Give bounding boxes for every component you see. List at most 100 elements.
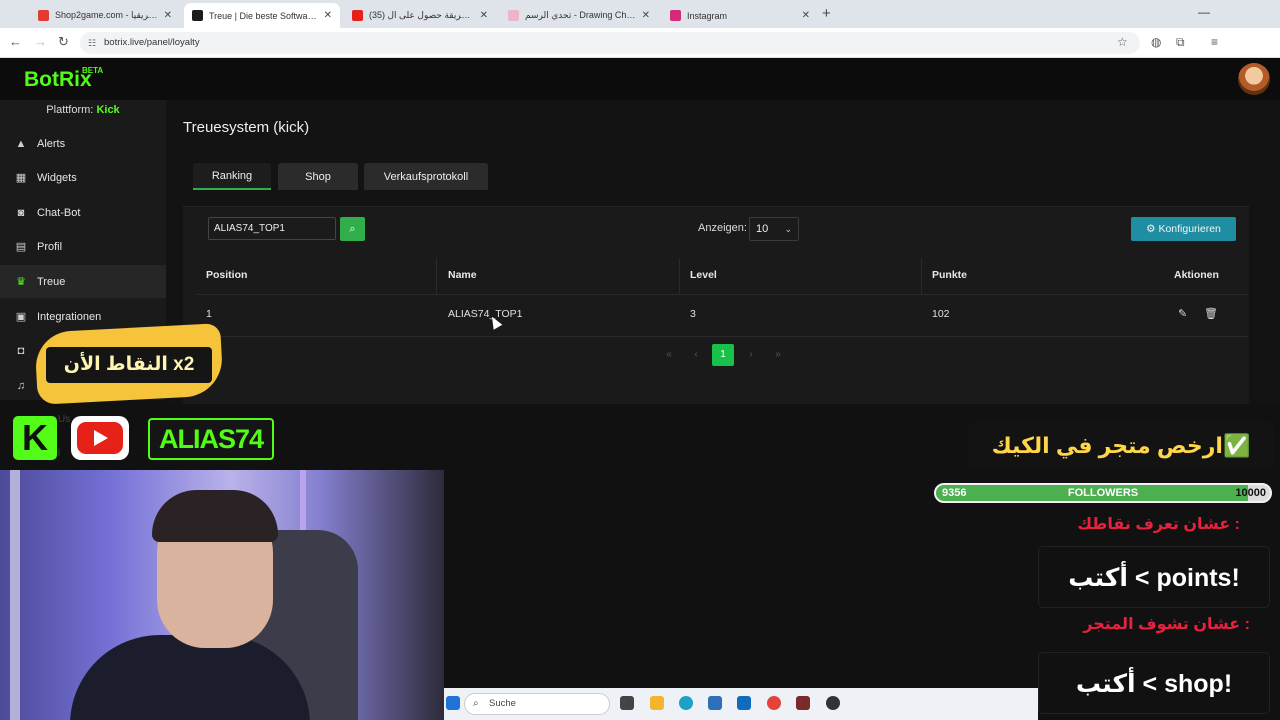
browser-tab[interactable]: Treue | Die beste Software zur C ✕ bbox=[184, 3, 340, 28]
warning-icon: ▲ bbox=[15, 137, 27, 150]
tab-ranking[interactable]: Ranking bbox=[193, 163, 271, 190]
main-content: Treuesystem (kick) Ranking Shop Verkaufs… bbox=[166, 100, 1280, 498]
close-icon[interactable]: ✕ bbox=[164, 10, 172, 21]
tab-favicon-icon bbox=[38, 10, 49, 21]
edit-icon[interactable]: ✎ bbox=[1178, 307, 1187, 320]
column-header-position[interactable]: Position bbox=[206, 269, 247, 281]
points-hint-text: عشان تعرف نقاطك : bbox=[1077, 516, 1240, 533]
configure-button[interactable]: ⚙ Konfigurieren bbox=[1131, 217, 1236, 241]
sidebar-item-treue[interactable]: ♛ Treue bbox=[0, 265, 166, 298]
webcam-light bbox=[10, 470, 20, 720]
webcam-person-hair bbox=[152, 490, 278, 542]
music-icon: ♫ bbox=[16, 379, 26, 392]
media-app-icon[interactable] bbox=[796, 696, 810, 710]
close-icon[interactable]: ✕ bbox=[324, 10, 332, 21]
play-icon bbox=[94, 430, 108, 446]
column-divider bbox=[436, 258, 437, 294]
tab-favicon-icon bbox=[192, 10, 203, 21]
shop-banner: ارخص متجر في الكيك✅ bbox=[968, 422, 1274, 470]
trash-icon[interactable]: 🗑 bbox=[1204, 307, 1218, 320]
search-input[interactable]: ALIAS74_TOP1 bbox=[208, 217, 336, 240]
outlook-icon[interactable] bbox=[737, 696, 751, 710]
pagination-prev[interactable]: ‹ bbox=[685, 344, 707, 366]
close-icon[interactable]: ✕ bbox=[802, 10, 810, 21]
site-info-icon[interactable]: ☷ bbox=[88, 32, 96, 54]
channel-name: ALIAS74 bbox=[148, 418, 274, 460]
avatar[interactable] bbox=[1238, 63, 1270, 95]
url-text: botrix.live/panel/loyalty bbox=[104, 37, 200, 48]
search-button[interactable]: ⌕ bbox=[340, 217, 365, 241]
file-explorer-icon[interactable] bbox=[650, 696, 664, 710]
shop-hint-text: عشان تشوف المتجر : bbox=[1083, 616, 1250, 633]
table-divider bbox=[196, 294, 1248, 295]
address-bar: ← → ↻ ☷ botrix.live/panel/loyalty ☆ ◍ ⧉ … bbox=[0, 28, 1280, 58]
trophy-icon: ♛ bbox=[16, 275, 26, 288]
column-divider bbox=[921, 258, 922, 294]
windows-start-icon[interactable] bbox=[446, 696, 460, 710]
column-header-name[interactable]: Name bbox=[448, 269, 477, 281]
tab-title: تحدي الرسم - Drawing Challenge bbox=[525, 10, 636, 20]
sidebar-item-profil[interactable]: ▤ Profil bbox=[0, 230, 166, 263]
tab-label: Shop bbox=[305, 170, 331, 183]
browser-tab[interactable]: تحدي الرسم - Drawing Challenge ✕ bbox=[500, 3, 658, 28]
chrome-icon[interactable] bbox=[767, 696, 781, 710]
close-icon[interactable]: ✕ bbox=[642, 10, 650, 21]
extension-icon[interactable]: ◍ bbox=[1151, 35, 1161, 49]
chevron-down-icon: ⌄ bbox=[784, 224, 792, 234]
tab-label: Verkaufsprotokoll bbox=[383, 170, 469, 183]
sidebar-item-widgets[interactable]: ▦ Widgets bbox=[0, 161, 166, 194]
column-header-actions: Aktionen bbox=[1174, 269, 1219, 281]
close-icon[interactable]: ✕ bbox=[480, 10, 488, 21]
menu-icon[interactable]: ≡ bbox=[1211, 35, 1218, 49]
edge-icon[interactable] bbox=[679, 696, 693, 710]
app-header: BotRix BETA bbox=[0, 58, 1280, 100]
followers-label: FOLLOWERS bbox=[1067, 487, 1139, 499]
store-icon[interactable] bbox=[708, 696, 722, 710]
new-tab-icon[interactable]: + bbox=[822, 5, 831, 22]
beta-badge: BETA bbox=[82, 66, 104, 75]
column-header-level[interactable]: Level bbox=[690, 269, 717, 281]
column-divider bbox=[679, 258, 680, 294]
followers-goal: 10000 bbox=[1235, 487, 1266, 499]
forward-icon[interactable]: → bbox=[34, 34, 47, 49]
minimize-icon[interactable]: — bbox=[1198, 5, 1210, 19]
search-icon: ⌕ bbox=[349, 223, 356, 235]
browser-tab[interactable]: Shop2game.com - شمال أفريقيا ✕ bbox=[30, 3, 180, 28]
tab-shop[interactable]: Shop bbox=[278, 163, 358, 190]
back-icon[interactable]: ← bbox=[9, 34, 22, 49]
task-view-icon[interactable] bbox=[620, 696, 634, 710]
obs-icon[interactable] bbox=[826, 696, 840, 710]
browser-tab[interactable]: Instagram ✕ bbox=[662, 3, 818, 28]
screen: Shop2game.com - شمال أفريقيا ✕ Treue | D… bbox=[0, 0, 1280, 720]
browser-tab[interactable]: (35) اسهل طريقة حصول على ال ✕ bbox=[344, 3, 496, 28]
taskbar: ⌕ Suche bbox=[444, 688, 1038, 720]
tab-verkaufsprotokoll[interactable]: Verkaufsprotokoll bbox=[364, 163, 488, 190]
row-position: 1 bbox=[206, 308, 212, 320]
pagination-last[interactable]: » bbox=[767, 344, 789, 366]
taskbar-search-placeholder: Suche bbox=[489, 698, 516, 709]
sidebar-item-label: Widgets bbox=[37, 171, 77, 184]
sidebar-item-alerts[interactable]: ▲ Alerts bbox=[0, 127, 166, 160]
show-entries-select[interactable]: 10 ⌄ bbox=[749, 217, 799, 241]
sidebar-item-chat-bot[interactable]: ◙ Chat-Bot bbox=[0, 196, 166, 229]
robot-icon: ◙ bbox=[17, 206, 25, 219]
pagination-first[interactable]: « bbox=[658, 344, 680, 366]
row-level: 3 bbox=[690, 308, 696, 320]
tab-favicon-icon bbox=[352, 10, 363, 21]
kick-logo-icon: K bbox=[13, 416, 57, 460]
table-divider bbox=[196, 336, 1248, 337]
shop-command-box: أكتب < shop! bbox=[1038, 652, 1270, 714]
pagination-next[interactable]: › bbox=[740, 344, 762, 366]
taskbar-search[interactable]: ⌕ Suche bbox=[464, 693, 610, 715]
tab-favicon-icon bbox=[508, 10, 519, 21]
url-field[interactable]: ☷ botrix.live/panel/loyalty bbox=[80, 32, 1140, 54]
column-header-points[interactable]: Punkte bbox=[932, 269, 967, 281]
bookmark-star-icon[interactable]: ☆ bbox=[1117, 35, 1128, 49]
show-entries-label: Anzeigen: bbox=[698, 222, 747, 234]
pagination-page[interactable]: 1 bbox=[712, 344, 734, 366]
points-command-box: أكتب < points! bbox=[1038, 546, 1270, 608]
sidebar-item-label: Chat-Bot bbox=[37, 206, 81, 219]
puzzle-icon[interactable]: ⧉ bbox=[1176, 35, 1185, 50]
configure-label: Konfigurieren bbox=[1158, 223, 1221, 235]
reload-icon[interactable]: ↻ bbox=[58, 34, 69, 50]
